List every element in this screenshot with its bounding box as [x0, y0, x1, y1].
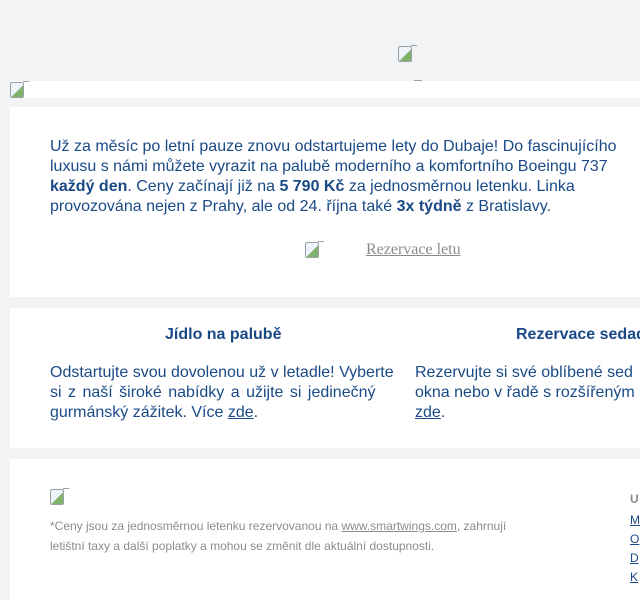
seat-line-2: okna nebo v řadě s rozšířeným [415, 384, 635, 401]
hero-banner [10, 81, 640, 98]
intro-card: Už za měsíc po letní pauze znovu odstart… [10, 107, 640, 297]
seat-reservation-title: Rezervace sedad [516, 326, 640, 343]
footer-logo-icon [50, 488, 69, 505]
food-line-2-text: si z naší široké nabídky a užijte si jed… [50, 384, 376, 401]
food-line-2: si z naší široké nabídky a užijte si jed… [50, 383, 395, 403]
footer-nav-item[interactable]: M [630, 511, 640, 530]
intro-line-4-tail: z Bratislavy. [461, 198, 552, 215]
intro-line-2: luxusu s námi můžete vyrazit na palubě m… [50, 158, 608, 175]
seat-line-3: zde. [415, 403, 635, 423]
footer-nav-item[interactable]: D [630, 549, 640, 568]
intro-line-4: provozována nejen z Prahy, ale od 24. ří… [50, 197, 640, 217]
reservation-link[interactable]: Rezervace letu [366, 241, 461, 259]
disclaimer-line-1: *Ceny jsou za jednosměrnou letenku rezer… [50, 516, 530, 536]
price-disclaimer: *Ceny jsou za jednosměrnou letenku rezer… [50, 516, 530, 556]
footer-nav-item[interactable]: O [630, 530, 640, 549]
food-line-1: Odstartujte svou dovolenou už v letadle!… [50, 364, 394, 381]
food-line-3-text: gurmánský zážitek. Více [50, 404, 228, 421]
intro-line-3: každý den. Ceny začínají již na 5 790 Kč… [50, 177, 640, 197]
food-onboard-text: Odstartujte svou dovolenou už v letadle!… [50, 363, 395, 423]
reservation-image-icon [305, 241, 324, 258]
seat-more-link[interactable]: zde [415, 404, 441, 421]
intro-paragraph: Už za měsíc po letní pauze znovu odstart… [50, 137, 640, 217]
intro-line-1: Už za měsíc po letní pauze znovu odstart… [50, 138, 617, 155]
food-period: . [253, 404, 259, 421]
daily-frequency: každý den [50, 178, 128, 195]
seat-line-1: Rezervujte si své oblíbené sed [415, 364, 633, 381]
smartwings-link[interactable]: www.smartwings.com [342, 519, 457, 533]
disclaimer-text-end: , zahrnují [456, 519, 507, 533]
intro-line-3-text: . Ceny začínají již na [127, 178, 280, 195]
bratislava-frequency: 3x týdně [396, 198, 462, 215]
footer-nav: U M O D K [630, 490, 640, 587]
features-card: Jídlo na palubě Rezervace sedad Odstartu… [10, 308, 640, 448]
intro-line-3-tail: za jednosměrnou letenku. Linka [344, 178, 575, 195]
footer-nav-heading: U [630, 492, 639, 506]
footer-card: *Ceny jsou za jednosměrnou letenku rezer… [10, 459, 640, 600]
seat-reservation-text: Rezervujte si své oblíbené sed okna nebo… [415, 363, 635, 423]
price-from: 5 790 Kč [279, 178, 345, 195]
disclaimer-text: *Ceny jsou za jednosměrnou letenku rezer… [50, 519, 342, 533]
footer-nav-item[interactable]: K [630, 568, 640, 587]
food-line-3: gurmánský zážitek. Více zde. [50, 403, 395, 423]
food-more-link[interactable]: zde [228, 404, 254, 421]
logo-image-icon [398, 45, 417, 62]
seat-period: . [440, 404, 446, 421]
banner-image-icon [10, 81, 29, 98]
disclaimer-line-2: letištní taxy a další poplatky a mohou s… [50, 539, 435, 553]
intro-line-4-text: provozována nejen z Prahy, ale od 24. ří… [50, 198, 397, 215]
food-onboard-title: Jídlo na palubě [165, 326, 282, 343]
